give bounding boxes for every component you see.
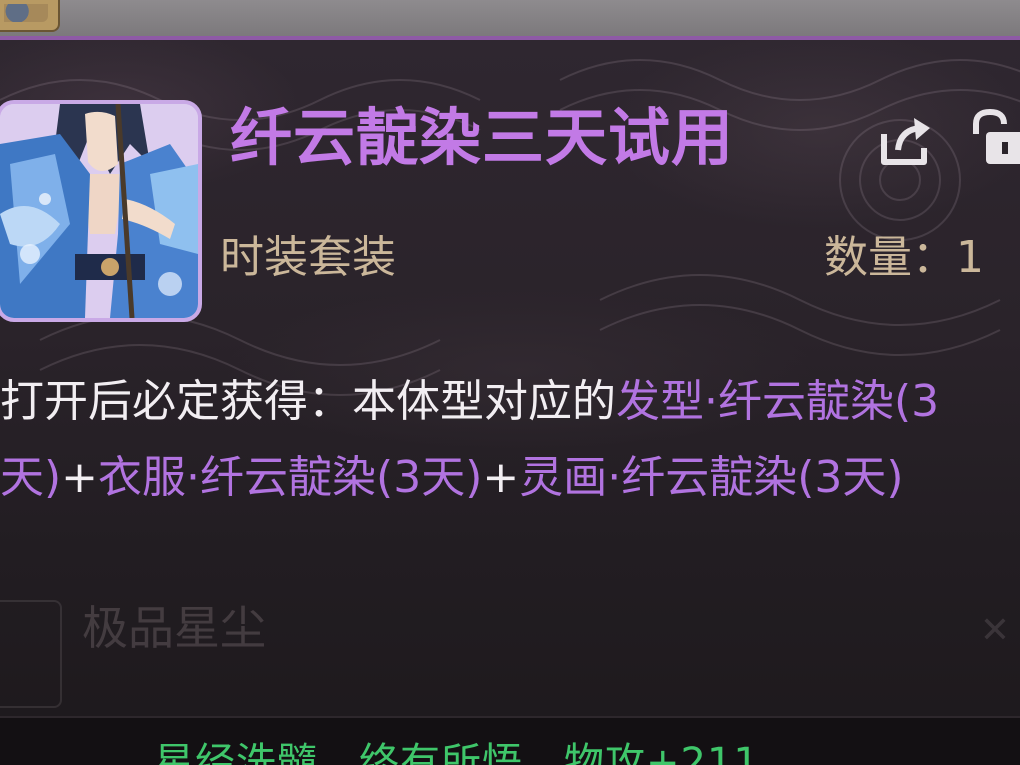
share-button[interactable] [878,112,936,168]
portrait-illustration [0,104,198,318]
bottom-status-text: 星经洗髓，终有所悟，物攻+211 [154,740,760,765]
item-type-label: 时装套装 [220,232,396,283]
reward-spirit-painting: 灵画·纤云靛染(3天) [519,452,904,503]
corner-item-thumbnail[interactable] [0,0,60,32]
unlock-icon [973,108,1020,164]
description-prefix: 打开后必定获得：本体型对应的 [0,376,616,427]
item-name: 纤云靛染三天试用 [230,101,735,174]
plus-sign: + [482,452,520,503]
unlock-button[interactable] [964,108,1020,168]
game-screen: 纤云靛染三天试用 时装套装 数量：1 打开后必定获得：本体型对应的发型·纤云靛染… [0,0,1020,765]
faded-item-label: 极品星尘 [82,601,266,655]
item-quantity: 数量：1 [824,232,984,283]
item-description: 打开后必定获得：本体型对应的发型·纤云靛染(3天)+衣服·纤云靛染(3天)+灵画… [0,364,1018,516]
reward-clothing: 衣服·纤云靛染(3天) [98,452,483,503]
plus-sign: + [61,452,99,503]
share-icon [881,118,930,165]
faded-background-row: 极品星尘 ✕ [0,590,1020,710]
faded-item-slot [0,600,62,708]
bottom-status-bar: 星经洗髓，终有所悟，物攻+211 [0,716,1020,765]
item-portrait-icon [0,100,202,322]
faded-close-icon: ✕ [979,610,1010,651]
top-strip [0,0,1020,36]
